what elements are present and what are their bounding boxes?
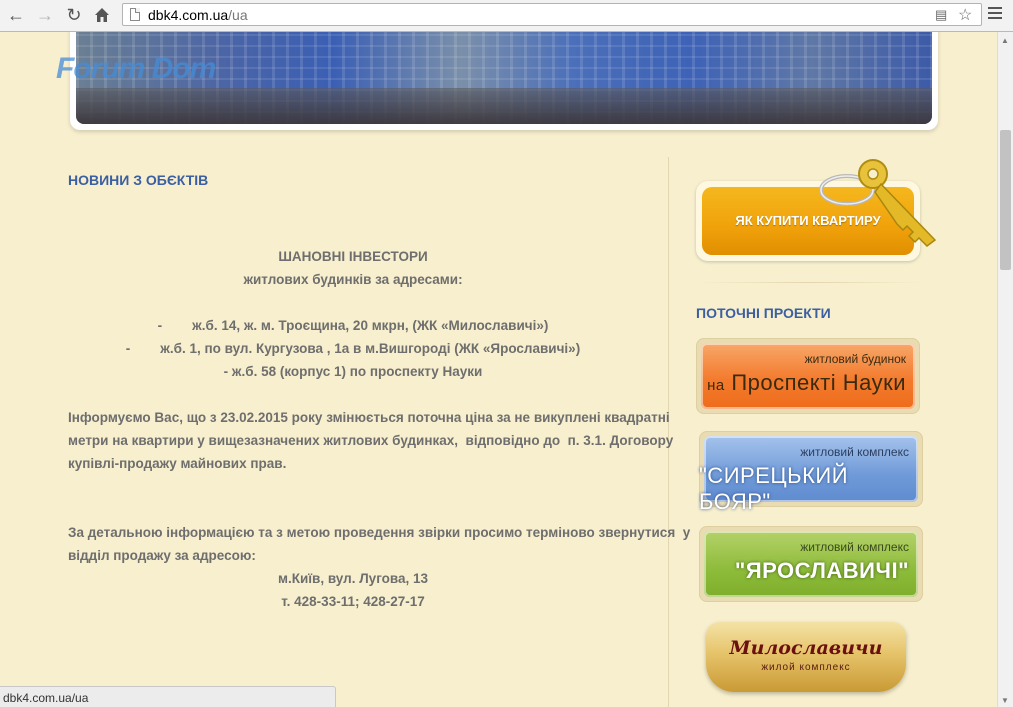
menu-icon[interactable] xyxy=(988,7,1002,21)
project-name-text: Проспекті Науки xyxy=(731,370,906,395)
header-photo-ground xyxy=(76,88,932,124)
url-text[interactable]: dbk4.com.ua/ua xyxy=(148,7,248,23)
project-myloslavychi[interactable]: Милославичи жилой комплекс xyxy=(706,622,906,692)
greeting-line-2: житлових будинків за адресами: xyxy=(243,272,463,287)
project-yaroslavychi[interactable]: житловий комплекс "ЯРОСЛАВИЧІ" xyxy=(699,526,923,602)
milo-title: Милославичи xyxy=(729,637,883,659)
info-line: Інформуємо Вас, що з 23.02.2015 року змі… xyxy=(68,410,670,425)
project-name: "ЯРОСЛАВИЧІ" xyxy=(734,558,909,583)
project-name: на Проспекті Науки xyxy=(707,370,906,396)
project-subtitle: житловий комплекс xyxy=(800,445,909,459)
vertical-scrollbar[interactable]: ▲ ▼ xyxy=(997,32,1013,707)
project-prospekt-nauky[interactable]: житловий будинок на Проспекті Науки xyxy=(696,338,920,414)
forum-logo[interactable]: Forum Dom xyxy=(56,52,216,86)
back-icon[interactable]: ← xyxy=(5,4,27,26)
status-bar-url: dbk4.com.ua/ua xyxy=(0,686,336,707)
contact-line: відділ продажу за адресою: xyxy=(68,548,256,563)
scroll-up-icon[interactable]: ▲ xyxy=(1001,36,1009,45)
key-icon xyxy=(819,159,937,247)
greeting-line-1: ШАНОВНІ ІНВЕСТОРИ xyxy=(278,249,428,264)
milo-subtitle: жилой комплекс xyxy=(761,662,851,673)
browser-toolbar: ← → ↻ dbk4.com.ua/ua ▤ ☆ xyxy=(0,0,1013,32)
sales-phone: т. 428-33-11; 428-27-17 xyxy=(281,594,425,609)
news-title: НОВИНИ З ОБЄКТІВ xyxy=(68,172,209,188)
address-item: - ж.б. 14, ж. м. Троєщина, 20 мкрн, (ЖК … xyxy=(157,318,549,333)
project-syretskyi-boyar[interactable]: житловий комплекс "СИРЕЦЬКИЙ БОЯР" xyxy=(699,431,923,514)
info-line: купівлі-продажу майнових прав. xyxy=(68,456,287,471)
scroll-thumb[interactable] xyxy=(1000,130,1011,270)
projects-title: ПОТОЧНІ ПРОЕКТИ xyxy=(696,305,831,321)
project-prefix: на xyxy=(707,377,725,394)
address-bar[interactable]: dbk4.com.ua/ua ▤ ☆ xyxy=(122,3,982,26)
sidebar-separator xyxy=(700,282,922,283)
star-icon[interactable]: ☆ xyxy=(958,5,972,25)
reload-icon[interactable]: ↻ xyxy=(63,4,85,26)
translate-icon[interactable]: ▤ xyxy=(935,7,947,23)
sales-address: м.Київ, вул. Лугова, 13 xyxy=(277,571,429,586)
column-divider xyxy=(668,157,669,707)
info-line: метри на квартири у вищезазначених житло… xyxy=(68,433,674,448)
address-item: - ж.б. 58 (корпус 1) по проспекту Науки xyxy=(223,364,483,379)
home-icon[interactable] xyxy=(91,4,113,26)
project-name: "СИРЕЦЬКИЙ БОЯР" xyxy=(699,463,849,514)
forward-icon[interactable]: → xyxy=(34,4,56,26)
address-item: - ж.б. 1, по вул. Кургузова , 1а в м.Виш… xyxy=(125,341,581,356)
page-icon xyxy=(130,8,140,21)
scroll-down-icon[interactable]: ▼ xyxy=(1001,696,1009,705)
contact-line: За детальною інформацією та з метою пров… xyxy=(68,525,691,540)
page-viewport: Forum Dom НОВИНИ З ОБЄКТІВ ШАНОВНІ ІНВЕС… xyxy=(0,32,997,707)
project-subtitle: житловий комплекс xyxy=(800,540,909,554)
project-subtitle: житловий будинок xyxy=(804,352,906,366)
